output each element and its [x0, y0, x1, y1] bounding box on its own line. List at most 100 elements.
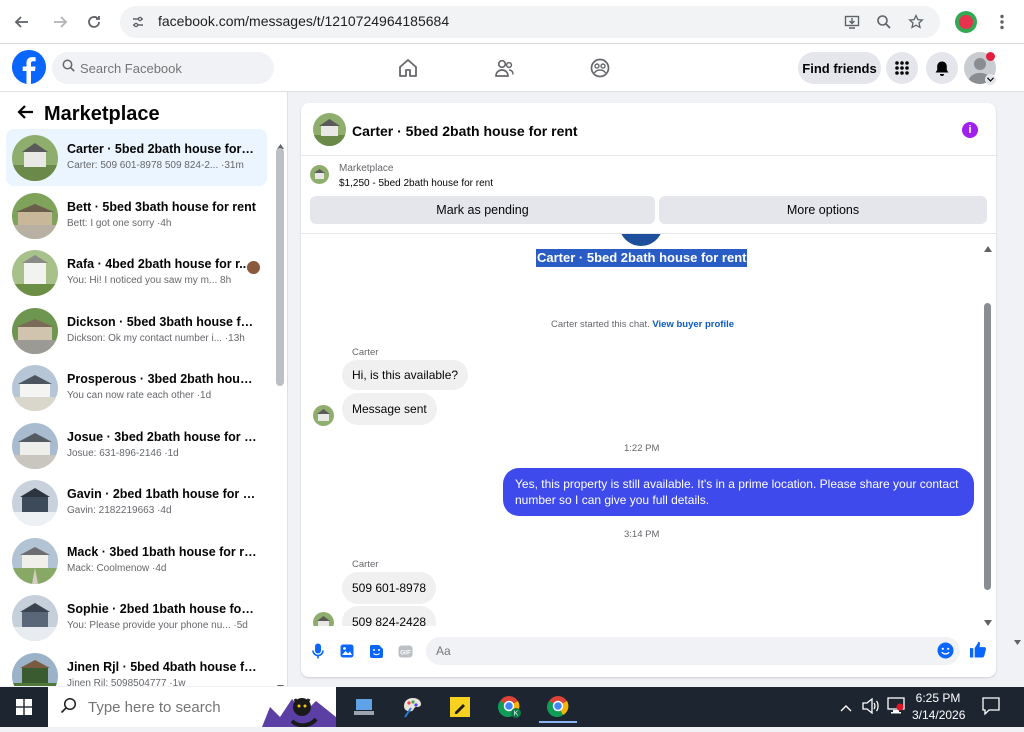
taskbar-computer-app-icon[interactable] [345, 691, 383, 723]
conversation-preview: You: Please provide your phone nu... ·5d [67, 620, 248, 631]
incoming-message[interactable]: Message sent [342, 393, 437, 425]
sender-avatar[interactable] [313, 612, 334, 626]
home-icon[interactable] [394, 54, 422, 82]
profile-avatar[interactable] [955, 11, 977, 33]
friends-icon[interactable] [490, 54, 518, 82]
tray-network-icon[interactable] [887, 697, 905, 720]
listing-price-title[interactable]: $1,250 - 5bed 2bath house for rent [339, 178, 493, 189]
conversation-preview: You: Hi! I noticed you saw my m... 8h [67, 275, 232, 286]
sender-name: Carter [352, 347, 379, 358]
scroll-down-arrow-icon[interactable] [277, 677, 284, 686]
page-scroll-down-arrow-icon[interactable] [1014, 632, 1021, 650]
conversation-title: Gavin · 2bed 1bath house for rent [67, 487, 257, 501]
taskbar-search[interactable] [48, 687, 336, 728]
gif-icon[interactable]: GIF [396, 642, 414, 660]
conversation-title: Prosperous · 3bed 2bath house ... [67, 372, 257, 386]
search-highlight-cat-icon [262, 687, 336, 728]
chat-started-text: Carter started this chat. [551, 319, 650, 330]
browser-toolbar: facebook.com/messages/t/1210724964185684 [0, 0, 1024, 44]
more-options-button[interactable]: More options [659, 196, 987, 224]
sidebar-header: Marketplace [16, 102, 160, 126]
chat-scroll-down-arrow-icon[interactable] [984, 613, 992, 631]
url-text[interactable]: facebook.com/messages/t/1210724964185684 [158, 13, 449, 29]
zoom-icon[interactable] [874, 12, 894, 32]
tray-chevron-up-icon[interactable] [840, 699, 852, 717]
conversation-title: Jinen Rjl · 5bed 4bath house for... [67, 660, 257, 674]
groups-icon[interactable] [586, 54, 614, 82]
conversation-avatar [12, 480, 58, 526]
taskbar-search-input[interactable] [88, 687, 268, 727]
search-icon [60, 697, 77, 719]
back-arrow-icon[interactable] [10, 10, 34, 34]
conversation-item[interactable]: Gavin · 2bed 1bath house for rent Gavin:… [6, 474, 267, 531]
tray-clock[interactable]: 6:25 PM 3/14/2026 [912, 690, 965, 724]
message-input[interactable] [436, 637, 916, 665]
photo-icon[interactable] [338, 642, 356, 660]
conversation-item[interactable]: Carter · 5bed 2bath house for r... Carte… [6, 129, 267, 186]
chat-scrollbar[interactable] [984, 303, 991, 590]
listing-thumbnail[interactable] [310, 165, 329, 184]
conversation-avatar [12, 595, 58, 641]
view-buyer-profile-link[interactable]: View buyer profile [652, 319, 734, 330]
install-app-icon[interactable] [842, 12, 862, 32]
menu-grid-icon[interactable] [886, 52, 918, 84]
conversation-avatar [12, 250, 58, 296]
outgoing-message[interactable]: Yes, this property is still available. I… [503, 468, 974, 516]
notification-dot [986, 52, 995, 61]
chat-header-avatar[interactable] [313, 113, 346, 146]
address-bar[interactable]: facebook.com/messages/t/1210724964185684 [120, 6, 940, 38]
tray-notifications-icon[interactable] [982, 697, 1000, 720]
taskbar-chrome-icon[interactable] [539, 691, 577, 723]
conversation-avatar [12, 308, 58, 354]
emoji-icon[interactable] [937, 642, 954, 664]
page-scrollbar-track[interactable] [1010, 92, 1024, 687]
forward-arrow-icon[interactable] [48, 10, 72, 34]
back-arrow-icon[interactable] [16, 104, 34, 125]
timestamp: 3:14 PM [624, 529, 660, 540]
tray-volume-icon[interactable] [862, 697, 880, 719]
browser-menu-icon[interactable] [990, 10, 1014, 34]
incoming-message[interactable]: 509 601-8978 [342, 572, 437, 604]
thumbs-up-icon[interactable] [969, 640, 987, 658]
conversation-item[interactable]: Rafa · 4bed 2bath house for r... You: Hi… [6, 244, 267, 301]
reload-icon[interactable] [82, 10, 106, 34]
mark-as-pending-button[interactable]: Mark as pending [310, 196, 655, 224]
conversation-item[interactable]: Mack · 3bed 1bath house for rent Mack: C… [6, 532, 267, 589]
message-input-box[interactable] [426, 637, 960, 665]
bookmark-star-icon[interactable] [906, 12, 926, 32]
conversation-preview: Dickson: Ok my contact number i... ·13h [67, 333, 245, 344]
incoming-message[interactable]: Hi, is this available? [342, 360, 469, 390]
site-info-icon[interactable] [128, 12, 148, 32]
chat-header: Carter · 5bed 2bath house for rent i [301, 103, 996, 156]
thread-title: Carter · 5bed 2bath house for rent [536, 249, 748, 267]
conversation-item[interactable]: Jinen Rjl · 5bed 4bath house for... Jine… [6, 647, 267, 686]
unread-avatar-dot [247, 261, 260, 274]
windows-start-icon[interactable] [0, 687, 48, 727]
conversation-item[interactable]: Dickson · 5bed 3bath house for ... Dicks… [6, 302, 267, 359]
facebook-logo-icon[interactable] [12, 50, 46, 84]
sticker-icon[interactable] [367, 642, 385, 660]
sender-avatar[interactable] [313, 405, 334, 426]
conversation-avatar [12, 538, 58, 584]
account-chevron-down-icon[interactable] [985, 74, 996, 85]
incoming-message[interactable]: 509 824-2428 [342, 606, 437, 626]
taskbar-chrome-profile-icon[interactable]: K [491, 691, 529, 723]
chat-header-title[interactable]: Carter · 5bed 2bath house for rent [352, 123, 578, 139]
chat-scroll-up-arrow-icon[interactable] [984, 239, 992, 257]
info-icon[interactable]: i [962, 122, 978, 138]
conversation-item[interactable]: Bett · 5bed 3bath house for rent Bett: I… [6, 187, 267, 244]
conversation-item[interactable]: Sophie · 2bed 1bath house for r... You: … [6, 589, 267, 646]
conversation-preview: Josue: 631-896-2146 ·1d [67, 448, 179, 459]
facebook-search-input[interactable] [80, 52, 270, 84]
taskbar-paint-app-icon[interactable] [393, 691, 431, 723]
conversation-title: Dickson · 5bed 3bath house for ... [67, 315, 257, 329]
facebook-search[interactable] [52, 52, 274, 84]
conversation-preview: Gavin: 2182219663 ·4d [67, 505, 172, 516]
conversation-item[interactable]: Josue · 3bed 2bath house for rent Josue:… [6, 417, 267, 474]
sidebar-scrollbar[interactable] [276, 148, 284, 386]
find-friends-button[interactable]: Find friends [798, 52, 881, 84]
taskbar-sticky-notes-icon[interactable] [441, 691, 479, 723]
conversation-item[interactable]: Prosperous · 3bed 2bath house ... You ca… [6, 359, 267, 416]
notifications-bell-icon[interactable] [926, 52, 958, 84]
microphone-icon[interactable] [309, 642, 327, 660]
